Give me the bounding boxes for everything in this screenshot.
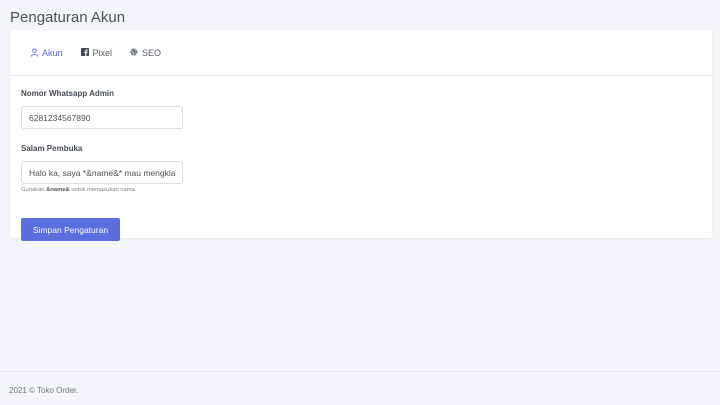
greeting-hint: Gunakan &name& untuk memasukan nama xyxy=(21,187,701,193)
whatsapp-input[interactable] xyxy=(21,106,183,129)
hint-code: &name& xyxy=(46,187,70,193)
settings-card: Akun Pixel SEO Nomor Whatsapp Admin Sala… xyxy=(10,30,712,241)
save-settings-button[interactable]: Simpan Pengaturan xyxy=(21,218,120,241)
tab-pixel[interactable]: Pixel xyxy=(80,47,113,58)
hint-prefix: Gunakan xyxy=(21,187,45,193)
whatsapp-group: Nomor Whatsapp Admin xyxy=(21,89,701,129)
greeting-input[interactable] xyxy=(21,161,183,184)
facebook-icon xyxy=(80,48,90,57)
greeting-label: Salam Pembuka xyxy=(21,144,83,153)
footer-copyright: 2021 © Toko Order. xyxy=(9,386,79,395)
hint-suffix: untuk memasukan nama xyxy=(71,187,135,193)
tab-akun[interactable]: Akun xyxy=(30,48,63,58)
greeting-group: Salam Pembuka Gunakan &name& untuk memas… xyxy=(21,144,701,193)
user-icon xyxy=(30,48,39,57)
settings-form: Nomor Whatsapp Admin Salam Pembuka Gunak… xyxy=(10,76,712,254)
tab-seo-label: SEO xyxy=(142,47,162,58)
footer: 2021 © Toko Order. xyxy=(0,371,720,405)
tab-pixel-label: Pixel xyxy=(92,47,113,58)
tab-akun-label: Akun xyxy=(42,47,63,58)
page-title: Pengaturan Akun xyxy=(10,9,126,26)
tab-seo[interactable]: SEO xyxy=(130,48,161,58)
globe-icon xyxy=(130,48,139,57)
whatsapp-label: Nomor Whatsapp Admin xyxy=(21,89,115,98)
tab-bar: Akun Pixel SEO xyxy=(10,30,712,76)
